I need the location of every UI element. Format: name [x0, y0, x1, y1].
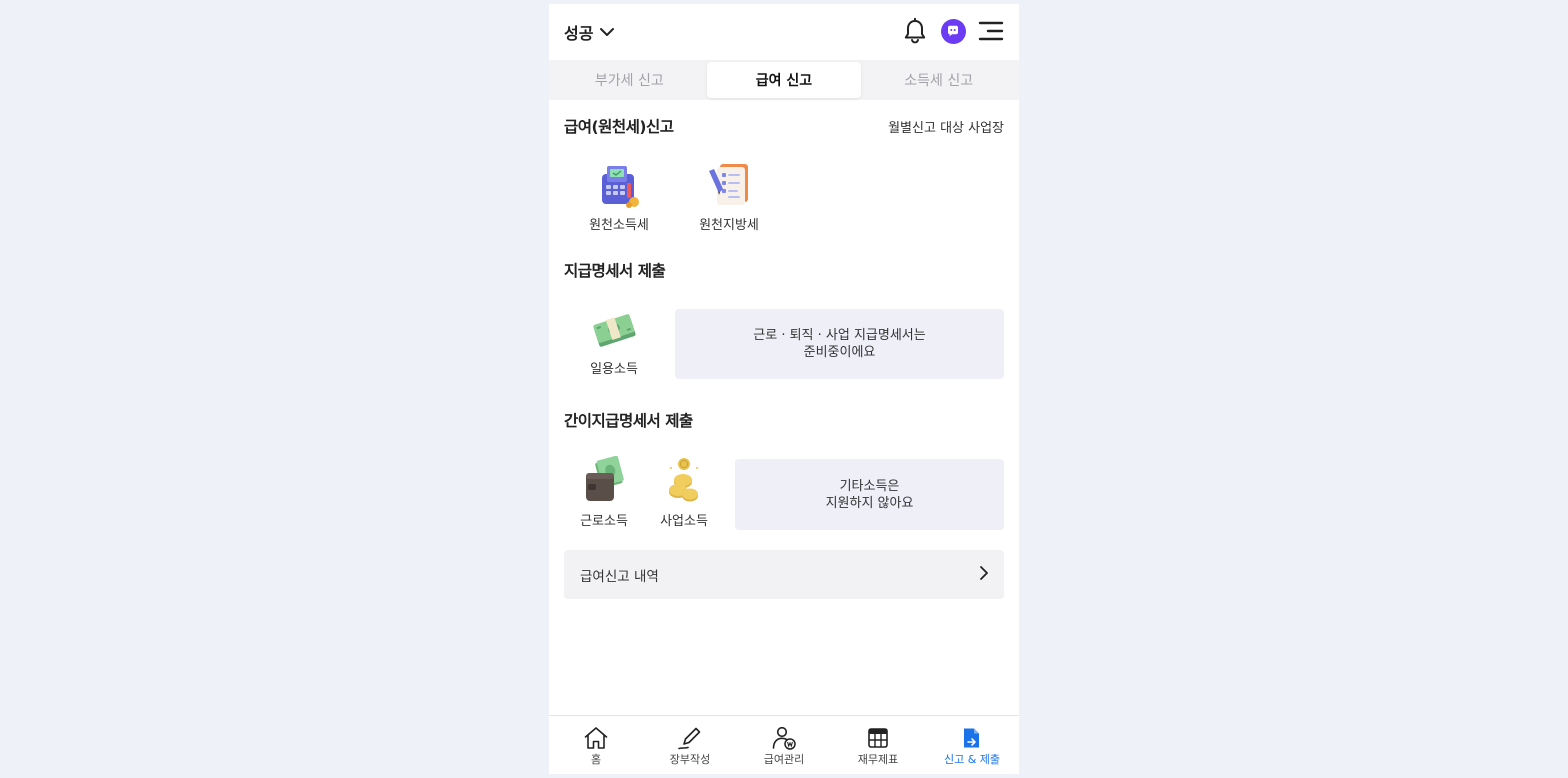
payroll-user-icon	[771, 726, 797, 750]
header-actions	[901, 17, 1005, 45]
file-submit-icon	[959, 726, 985, 750]
withholding-income-tax-button[interactable]: 원천소득세	[586, 162, 652, 233]
withholding-section-title: 급여(원천세)신고	[564, 118, 674, 136]
cash-bundle-icon	[591, 306, 637, 352]
menu-icon[interactable]	[977, 17, 1005, 45]
nav-payroll-label: 급여관리	[763, 753, 805, 766]
chevron-down-icon	[599, 24, 615, 40]
withholding-income-tax-label: 원천소득세	[589, 218, 649, 233]
payment-terminal-icon	[596, 162, 642, 208]
coin-stack-icon	[661, 456, 707, 504]
nav-payroll[interactable]: 급여관리	[737, 716, 831, 774]
nav-financial-statements-label: 재무제표	[857, 753, 899, 766]
nav-financial-statements[interactable]: 재무제표	[831, 716, 925, 774]
payment-statement-section-title: 지급명세서 제출	[564, 262, 666, 280]
table-icon	[865, 726, 891, 750]
wallet-cash-icon	[581, 456, 627, 504]
notice-text-line1: 기타소득은	[839, 478, 900, 494]
nav-home[interactable]: 홈	[549, 716, 643, 774]
daily-income-label: 일용소득	[590, 362, 638, 377]
company-name: 성공	[564, 24, 594, 43]
notice-text-line2: 준비중이에요	[803, 345, 876, 360]
app-header: 성공	[549, 4, 1019, 60]
chat-bubble-icon	[940, 18, 966, 44]
business-income-button[interactable]: 사업소득	[654, 456, 714, 529]
chevron-right-icon	[978, 565, 990, 585]
tab-vat[interactable]: 부가세 신고	[552, 62, 707, 98]
notice-text-line2: 지원하지 않아요	[825, 495, 914, 511]
simple-statement-notice: 기타소득은 지원하지 않아요	[735, 459, 1004, 530]
nav-report-submit-label: 신고 & 제출	[943, 753, 1001, 766]
withholding-local-tax-button[interactable]: 원천지방세	[696, 162, 762, 233]
bottom-navigation: 홈 장부작성 급여관리 재무제표 신고 & 제출	[549, 715, 1019, 774]
chatbot-avatar[interactable]	[939, 17, 967, 45]
home-icon	[583, 726, 609, 750]
notice-text-line1: 근로 · 퇴직 · 사업 지급명세서는	[753, 328, 926, 343]
payment-statement-notice: 근로 · 퇴직 · 사업 지급명세서는 준비중이에요	[675, 309, 1004, 379]
pen-icon	[677, 726, 703, 750]
daily-income-button[interactable]: 일용소득	[584, 306, 644, 377]
nav-bookkeeping-label: 장부작성	[669, 753, 711, 766]
earned-income-label: 근로소득	[580, 514, 628, 529]
nav-home-label: 홈	[590, 753, 602, 766]
report-tabs: 부가세 신고 급여 신고 소득세 신고	[549, 60, 1019, 100]
earned-income-button[interactable]: 근로소득	[574, 456, 634, 529]
bell-icon[interactable]	[901, 17, 929, 45]
monthly-filing-link[interactable]: 월별신고 대상 사업장	[888, 117, 1004, 136]
history-label: 급여신고 내역	[580, 568, 659, 585]
tab-income-tax[interactable]: 소득세 신고	[861, 62, 1016, 98]
nav-bookkeeping[interactable]: 장부작성	[643, 716, 737, 774]
tab-payroll[interactable]: 급여 신고	[706, 62, 862, 98]
withholding-local-tax-label: 원천지방세	[699, 218, 759, 233]
document-checklist-icon	[706, 162, 752, 208]
company-selector[interactable]: 성공	[564, 18, 615, 46]
app-screen: 성공 부가세 신고 급여 신고 소득세 신고 급여(원천세)신고 월별신고 대상…	[549, 4, 1019, 774]
simple-statement-section-title: 간이지급명세서 제출	[564, 412, 693, 430]
nav-report-submit[interactable]: 신고 & 제출	[925, 716, 1019, 774]
payroll-report-history-button[interactable]: 급여신고 내역	[564, 550, 1004, 599]
business-income-label: 사업소득	[660, 514, 708, 529]
